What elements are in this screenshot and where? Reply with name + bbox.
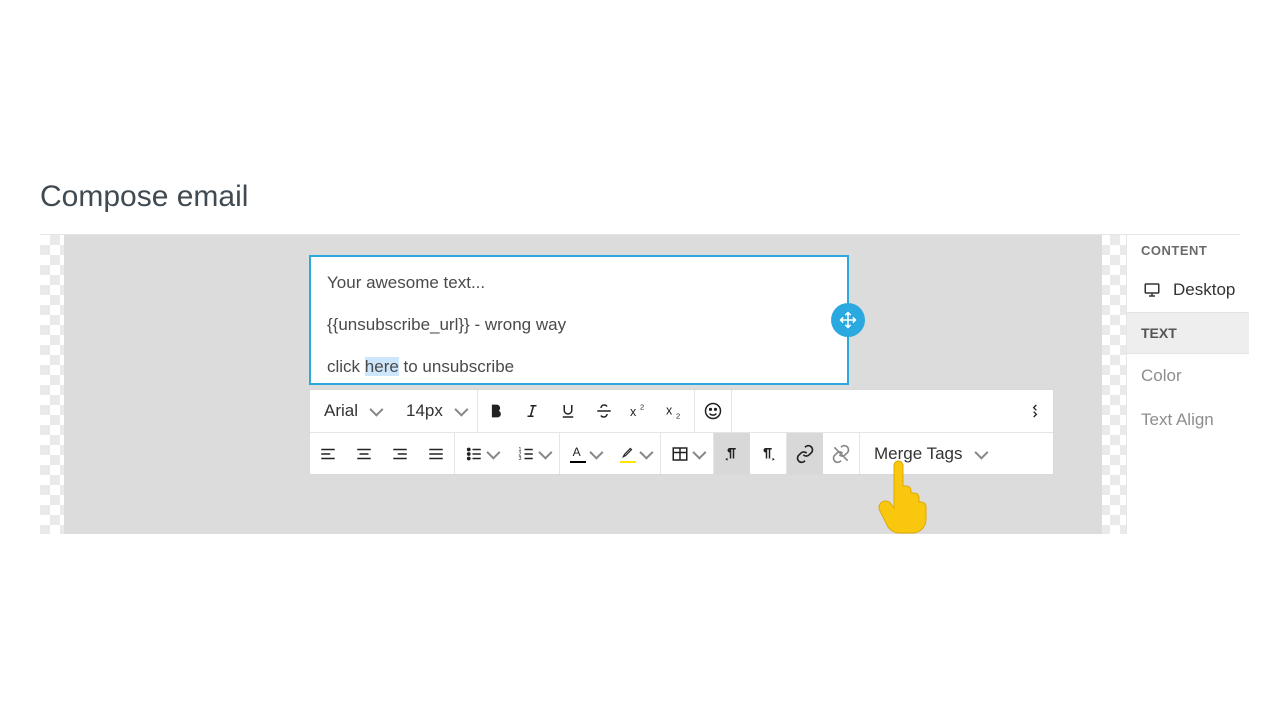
chevron-down-icon [639, 445, 653, 459]
strikethrough-button[interactable] [586, 390, 622, 432]
collapse-icon [1027, 403, 1043, 419]
chevron-down-icon [369, 403, 383, 417]
chevron-down-icon [486, 445, 500, 459]
underline-button[interactable] [550, 390, 586, 432]
property-text-align[interactable]: Text Align [1127, 398, 1249, 442]
table-icon [671, 445, 689, 463]
rtl-icon [758, 445, 778, 463]
align-center-icon [355, 445, 373, 463]
svg-text:x: x [666, 403, 673, 417]
align-right-icon [391, 445, 409, 463]
align-center-button[interactable] [346, 433, 382, 474]
merge-tags-select[interactable]: Merge Tags [860, 433, 997, 474]
editor-frame: Your awesome text... {{unsubscribe_url}}… [40, 234, 1240, 534]
desktop-icon [1141, 281, 1163, 299]
table-button[interactable] [661, 433, 713, 474]
text-span: click [327, 357, 365, 376]
italic-button[interactable] [514, 390, 550, 432]
panel-header-content: CONTENT [1127, 235, 1249, 268]
svg-text:A: A [573, 445, 581, 459]
svg-text:2: 2 [640, 402, 644, 411]
highlight-icon [620, 445, 636, 459]
unlink-icon [831, 444, 851, 464]
superscript-button[interactable]: x2 [622, 390, 658, 432]
bold-icon [487, 402, 505, 420]
emoji-button[interactable] [695, 390, 731, 432]
chevron-down-icon [692, 445, 706, 459]
page-title: Compose email [40, 180, 1240, 214]
panel-section-text[interactable]: TEXT [1127, 312, 1249, 354]
move-handle[interactable] [831, 303, 865, 337]
text-span: to unsubscribe [399, 357, 514, 376]
numbered-list-icon: 123 [517, 445, 535, 463]
merge-tags-label: Merge Tags [874, 444, 963, 464]
align-right-button[interactable] [382, 433, 418, 474]
email-canvas[interactable]: Your awesome text... {{unsubscribe_url}}… [40, 235, 1126, 534]
ltr-icon [722, 445, 742, 463]
subscript-button[interactable]: x2 [658, 390, 694, 432]
chevron-down-icon [589, 445, 603, 459]
font-family-label: Arial [324, 401, 358, 421]
align-left-button[interactable] [310, 433, 346, 474]
font-family-select[interactable]: Arial [310, 390, 392, 432]
font-color-button[interactable]: A [560, 433, 610, 474]
strikethrough-icon [595, 402, 613, 420]
selected-text[interactable]: here [365, 357, 399, 376]
chevron-down-icon [538, 445, 552, 459]
rich-text-toolbar: Arial 14px [309, 389, 1054, 475]
highlight-color-button[interactable] [610, 433, 660, 474]
underline-icon [559, 402, 577, 420]
emoji-icon [703, 401, 723, 421]
ordered-list-button[interactable]: 123 [507, 433, 559, 474]
svg-text:3: 3 [519, 456, 522, 462]
editable-text-block[interactable]: Your awesome text... {{unsubscribe_url}}… [309, 255, 849, 385]
rtl-direction-button[interactable] [750, 433, 786, 474]
desktop-label: Desktop [1173, 280, 1235, 300]
bullet-list-icon [465, 445, 483, 463]
italic-icon [523, 402, 541, 420]
device-preview-desktop[interactable]: Desktop [1127, 268, 1249, 312]
align-left-icon [319, 445, 337, 463]
chevron-down-icon [454, 403, 468, 417]
unordered-list-button[interactable] [455, 433, 507, 474]
properties-panel: CONTENT Desktop TEXT Color Text Align [1126, 235, 1249, 534]
link-icon [795, 444, 815, 464]
subscript-icon: x2 [666, 402, 686, 420]
font-size-select[interactable]: 14px [392, 390, 477, 432]
collapse-toolbar-button[interactable] [1017, 390, 1053, 432]
bold-button[interactable] [478, 390, 514, 432]
svg-text:x: x [630, 405, 637, 419]
text-line-3[interactable]: click here to unsubscribe [327, 355, 831, 379]
email-body-area[interactable]: Your awesome text... {{unsubscribe_url}}… [64, 235, 1102, 534]
font-color-icon: A [570, 445, 586, 459]
text-line-2[interactable]: {{unsubscribe_url}} - wrong way [327, 313, 831, 337]
insert-link-button[interactable] [787, 433, 823, 474]
ltr-direction-button[interactable] [714, 433, 750, 474]
chevron-down-icon [974, 445, 988, 459]
superscript-icon: x2 [630, 402, 650, 420]
property-color[interactable]: Color [1127, 354, 1249, 398]
align-justify-icon [427, 445, 445, 463]
svg-text:2: 2 [676, 412, 680, 421]
align-justify-button[interactable] [418, 433, 454, 474]
remove-link-button[interactable] [823, 433, 859, 474]
text-line-1[interactable]: Your awesome text... [327, 271, 831, 295]
move-icon [839, 311, 857, 329]
font-size-label: 14px [406, 401, 443, 421]
